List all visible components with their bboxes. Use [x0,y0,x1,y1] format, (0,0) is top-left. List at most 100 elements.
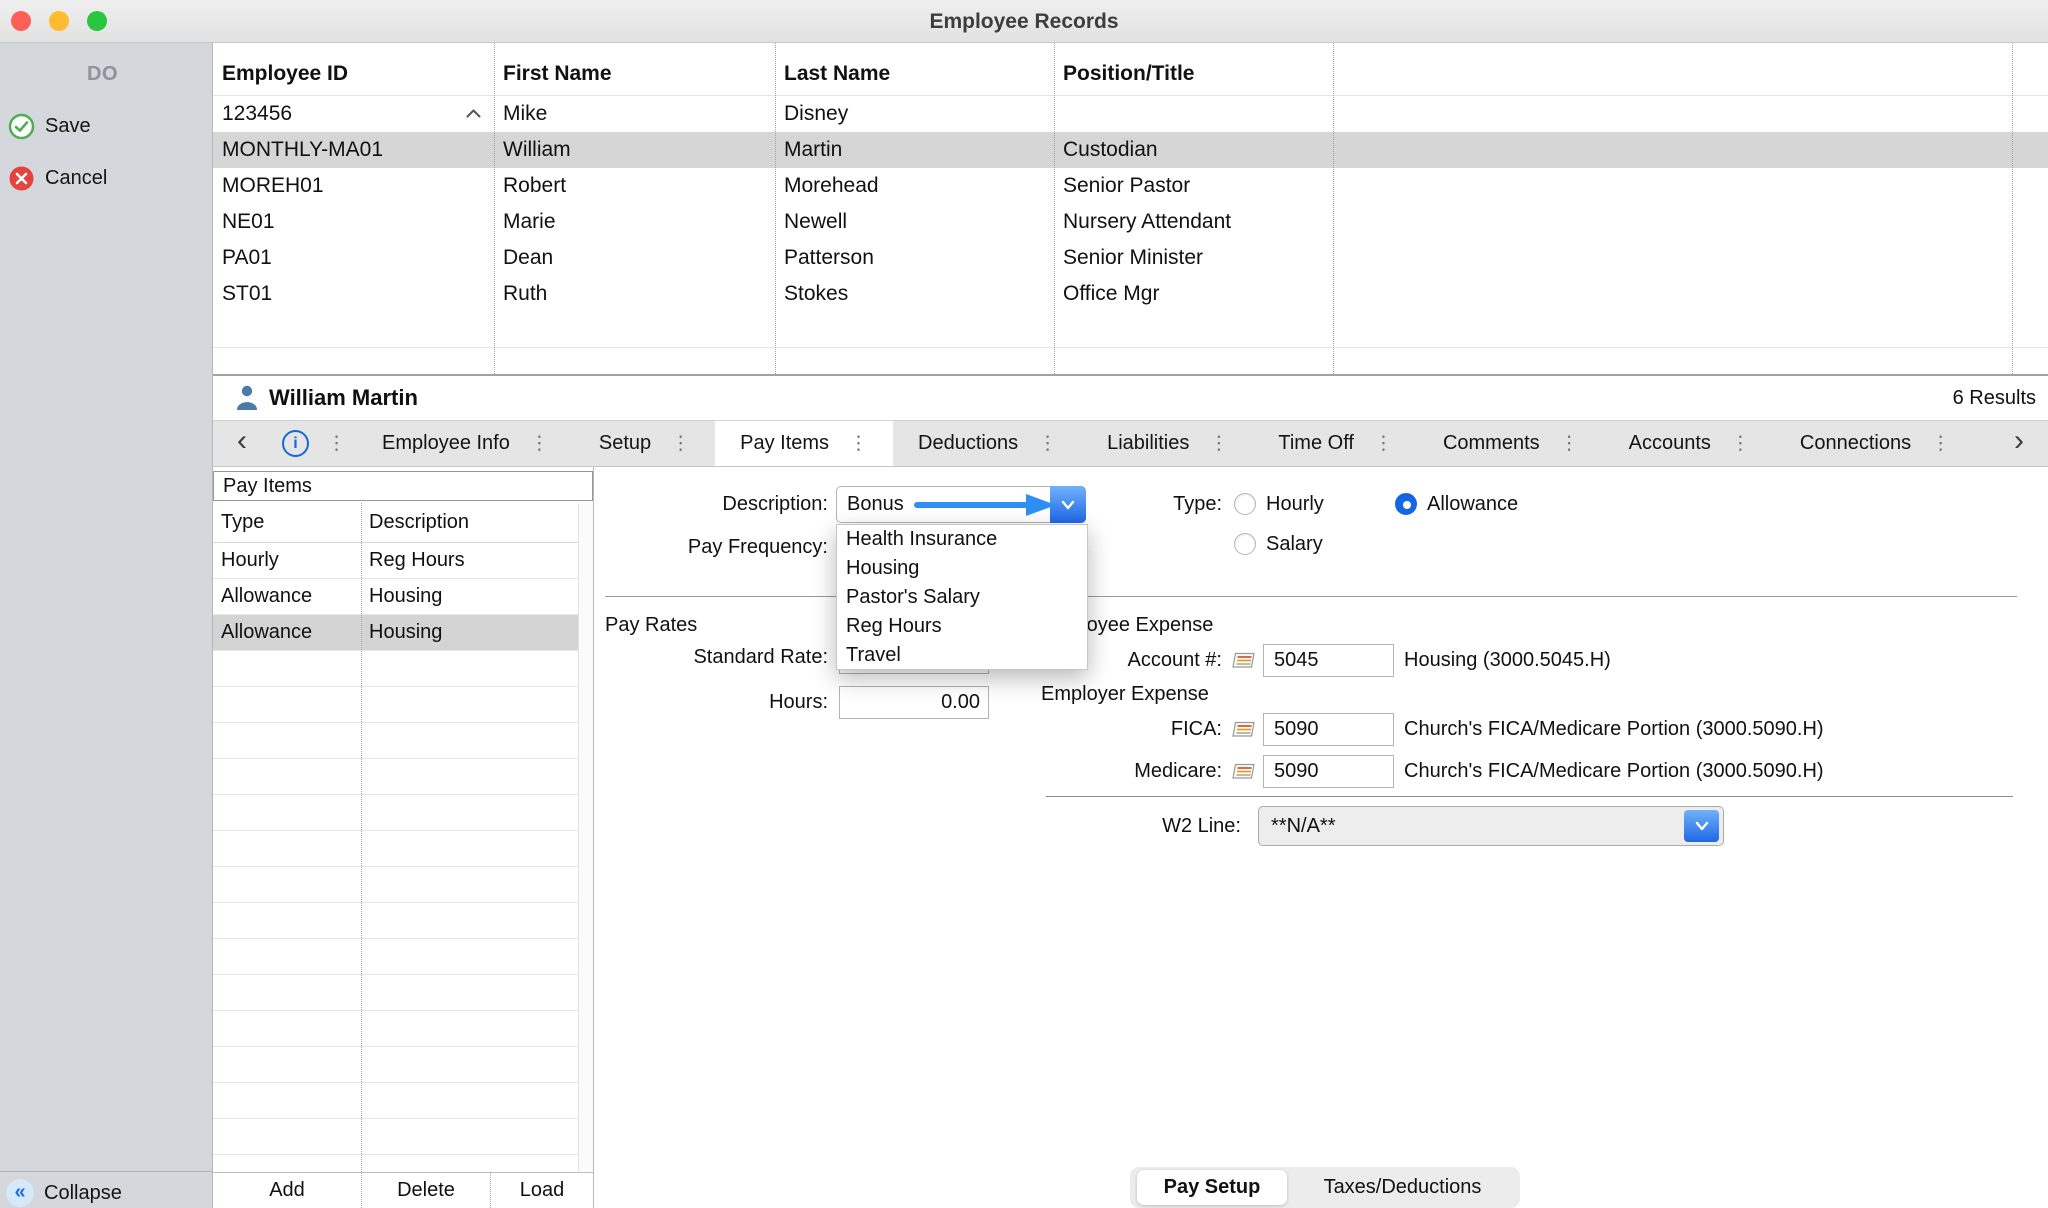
ledger-account-icon[interactable] [1230,720,1257,739]
tab-scroll-forward-button[interactable]: › [1990,421,2048,466]
save-button[interactable]: Save [8,113,91,140]
radio-salary[interactable]: Salary [1234,531,1323,557]
column-divider [1054,43,1055,374]
column-header-type[interactable]: Type [213,511,361,534]
tab-liabilities[interactable]: Liabilities⋮ [1082,421,1253,466]
type-label: Type: [1122,491,1222,517]
fica-field[interactable]: 5090 [1263,713,1394,746]
tab-taxes-deductions[interactable]: Taxes/Deductions [1290,1167,1515,1208]
employee-cell: 123456 [213,102,494,126]
medicare-value: 5090 [1264,756,1393,787]
tab-scroll-back-button[interactable]: ‹ [213,421,271,466]
tab-accounts[interactable]: Accounts⋮ [1604,421,1775,466]
sidebar-divider [0,1171,213,1172]
pay-item-row[interactable]: AllowanceHousing [213,615,578,651]
column-header-description[interactable]: Description [361,511,578,534]
radio-hourly[interactable]: Hourly [1234,491,1324,517]
column-header-employee-id[interactable]: Employee ID [213,62,494,86]
tab-label: Accounts [1629,432,1711,455]
column-header-last-name[interactable]: Last Name [775,62,1054,86]
employee-cell: Morehead [775,174,1054,198]
pay-item-row[interactable]: HourlyReg Hours [213,543,578,579]
fica-description: Church's FICA/Medicare Portion (3000.509… [1404,716,1824,742]
medicare-field[interactable]: 5090 [1263,755,1394,788]
pay-item-row-empty [213,1047,578,1083]
scrollbar-track[interactable] [578,503,593,1172]
info-icon[interactable]: i [282,430,309,457]
pay-item-description: Housing [361,585,578,608]
ledger-account-icon[interactable] [1230,762,1257,781]
tab-connections[interactable]: Connections⋮ [1775,421,1975,466]
employee-row-empty [213,348,2048,374]
radio-label: Hourly [1266,493,1324,516]
dropdown-option[interactable]: Reg Hours [837,612,1087,641]
employee-row[interactable]: MOREH01RobertMoreheadSenior Pastor [213,168,2048,204]
tab-label: Setup [599,432,651,455]
column-divider [361,503,362,1172]
chevron-down-icon [1693,819,1711,833]
pay-item-type: Hourly [213,549,361,572]
tab-comments[interactable]: Comments⋮ [1418,421,1604,466]
pay-item-row[interactable]: AllowanceHousing [213,579,578,615]
employee-cell: ST01 [213,282,494,306]
chevron-down-icon [1059,498,1077,512]
sort-ascending-icon[interactable] [466,109,481,118]
employee-cell: Patterson [775,246,1054,270]
hours-field[interactable]: 0.00 [839,686,989,719]
employee-cell: Custodian [1054,138,1333,162]
w2-line-dropdown[interactable]: **N/A** [1258,806,1724,846]
section-rule [605,596,2017,597]
radio-allowance[interactable]: Allowance [1395,491,1518,517]
cancel-button[interactable]: Cancel [8,165,107,192]
employee-cell: MOREH01 [213,174,494,198]
radio-circle-icon[interactable] [1395,493,1417,515]
tab-deductions[interactable]: Deductions⋮ [893,421,1082,466]
tab-pay-items[interactable]: Pay Items⋮ [715,421,893,466]
radio-label: Allowance [1427,493,1518,516]
tab-employee-info[interactable]: Employee Info⋮ [357,421,574,466]
dropdown-option[interactable]: Housing [837,554,1087,583]
account-number-field[interactable]: 5045 [1263,644,1394,677]
minimize-window-icon[interactable] [49,11,69,31]
tab-handle-icon: ⋮ [1038,432,1057,455]
hours-label: Hours: [594,689,828,715]
collapse-button[interactable]: « Collapse [6,1179,122,1207]
pay-setup-form: Description: Bonus Pay Frequency: Type: … [594,467,2048,1208]
dropdown-option[interactable]: Pastor's Salary [837,583,1087,612]
check-circle-icon [8,113,35,140]
radio-circle-icon[interactable] [1234,533,1256,555]
tab-handle-icon: ⋮ [849,432,868,455]
tab-pay-setup[interactable]: Pay Setup [1137,1170,1287,1205]
pay-items-delete-button[interactable]: Delete [361,1173,490,1208]
dropdown-button[interactable] [1684,810,1719,842]
pay-items-load-button[interactable]: Load [490,1173,593,1208]
dropdown-option[interactable]: Health Insurance [837,525,1087,554]
ledger-account-icon[interactable] [1230,651,1257,670]
employee-row[interactable]: PA01DeanPattersonSenior Minister [213,240,2048,276]
pay-items-buttons: AddDeleteLoad [213,1172,593,1208]
employee-row[interactable]: NE01MarieNewellNursery Attendant [213,204,2048,240]
employee-row[interactable]: 123456MikeDisney [213,96,2048,132]
employee-table: Employee ID First Name Last Name Positio… [213,43,2048,374]
tab-setup[interactable]: Setup⋮ [574,421,715,466]
employee-cell: Newell [775,210,1054,234]
zoom-window-icon[interactable] [87,11,107,31]
radio-label: Salary [1266,533,1323,556]
pay-item-row-empty [213,1119,578,1155]
column-header-position[interactable]: Position/Title [1054,62,1333,86]
employee-row[interactable]: MONTHLY-MA01WilliamMartinCustodian [213,132,2048,168]
employee-table-body: 123456MikeDisneyMONTHLY-MA01WilliamMarti… [213,96,2048,374]
selected-employee-name: William Martin [269,385,418,411]
employee-row[interactable]: ST01RuthStokesOffice Mgr [213,276,2048,312]
tab-handle-icon: ⋮ [530,432,549,455]
column-header-first-name[interactable]: First Name [494,62,775,86]
dropdown-option[interactable]: Travel [837,641,1087,670]
detail-tab-bar: ‹ i ⋮ Employee Info⋮Setup⋮Pay Items⋮Dedu… [213,420,2048,467]
radio-circle-icon[interactable] [1234,493,1256,515]
tab-time-off[interactable]: Time Off⋮ [1253,421,1418,466]
close-window-icon[interactable] [11,11,31,31]
employee-cell: Martin [775,138,1054,162]
pay-items-panel: Pay Items Type Description HourlyReg Hou… [213,467,594,1208]
tab-info[interactable]: i ⋮ [271,421,357,466]
pay-items-add-button[interactable]: Add [213,1173,361,1208]
